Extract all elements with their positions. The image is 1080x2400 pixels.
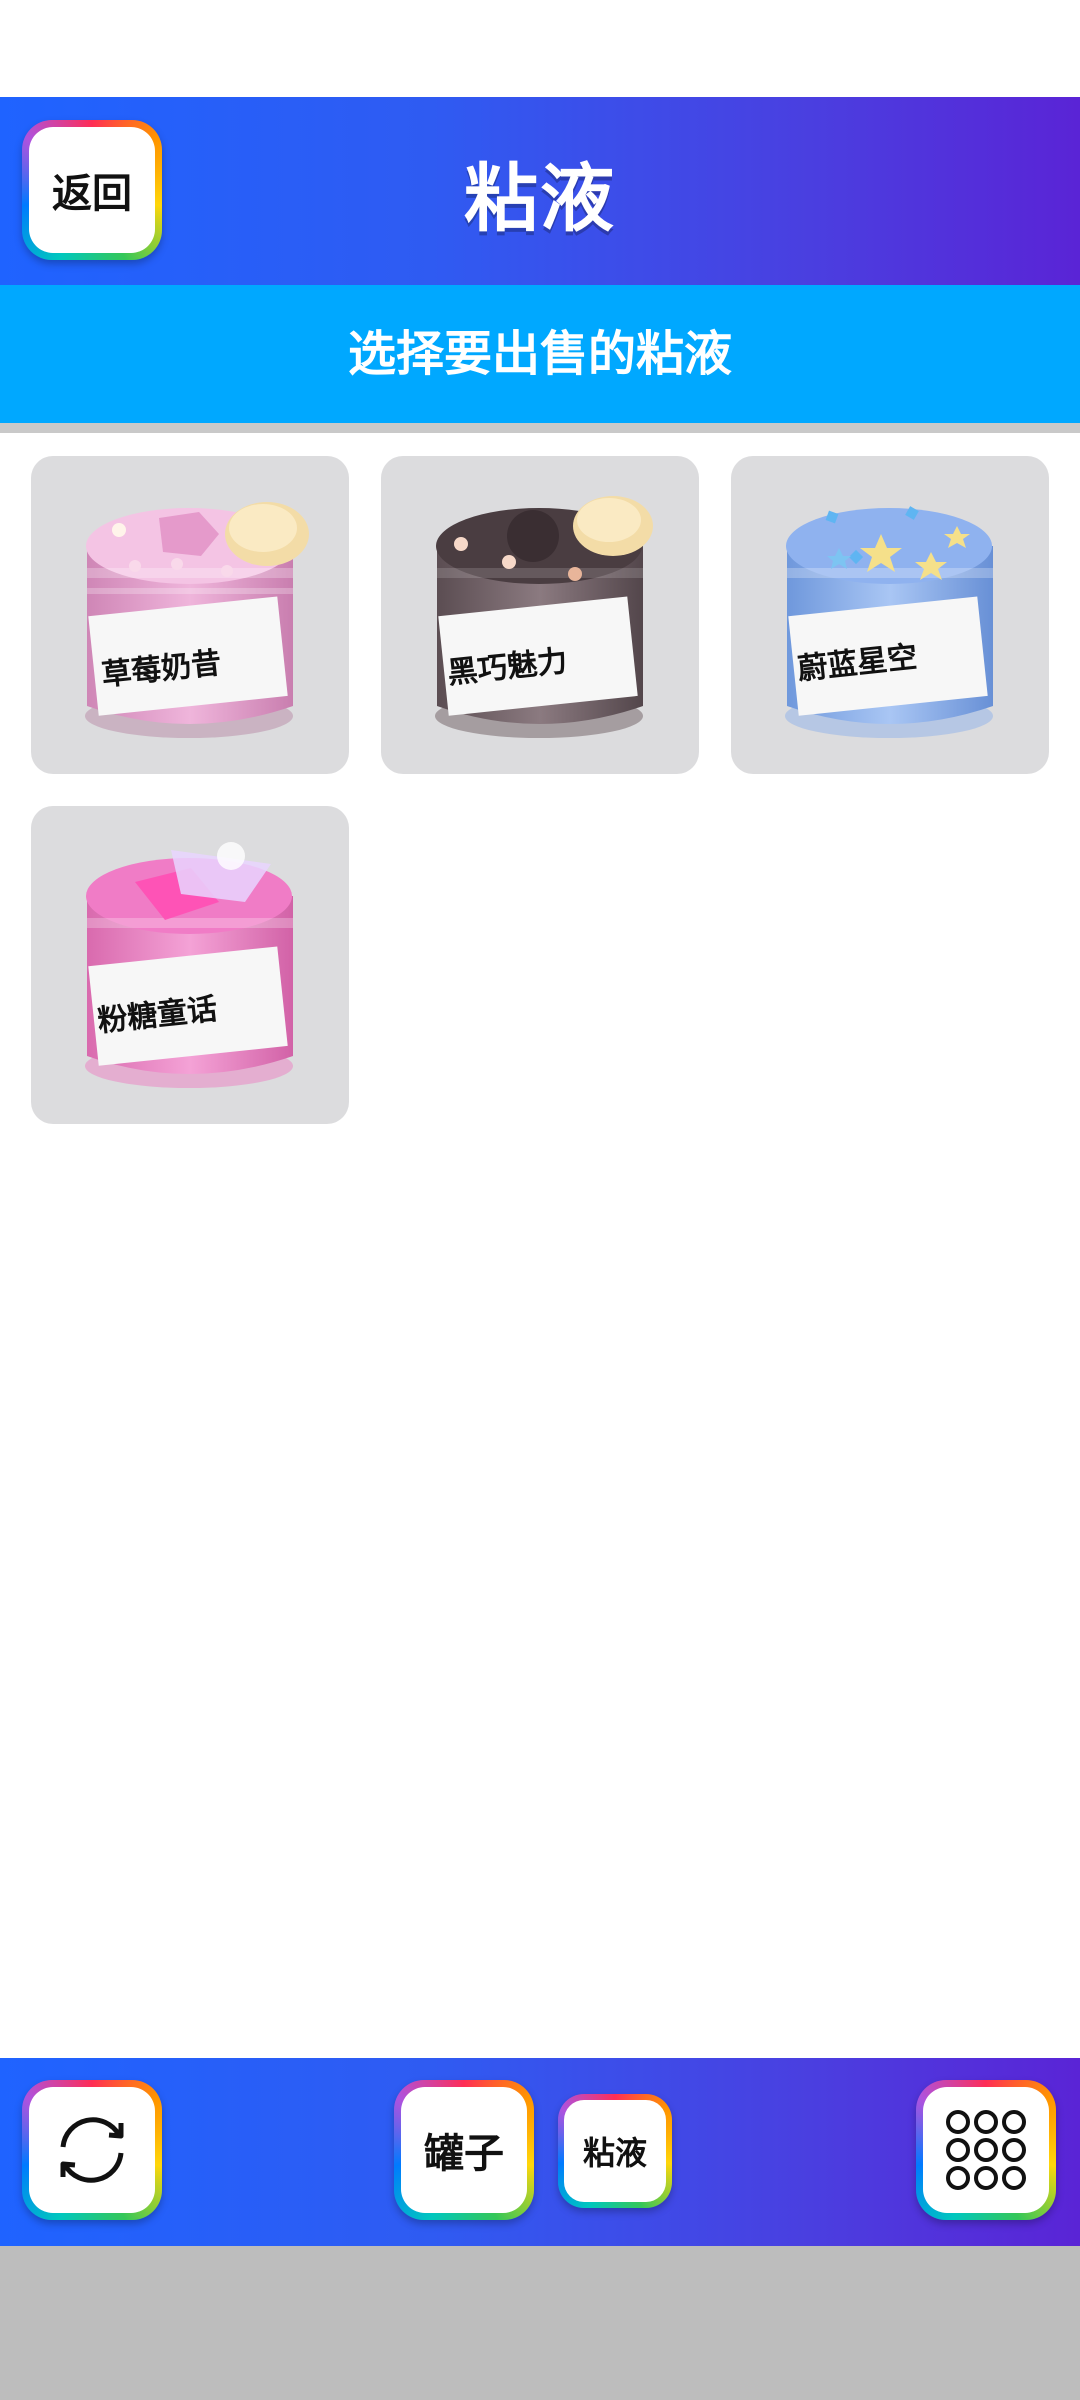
jar-tab-label: 罐子 xyxy=(401,2087,527,2213)
slime-tab-label: 粘液 xyxy=(564,2100,666,2202)
slime-screen: 粘液 返回 选择要出售的粘液 草莓奶昔 黑巧魅力 蔚蓝星空 粉糖童话 罐子 粘液 xyxy=(0,0,1080,2400)
status-bar-area xyxy=(0,0,1080,97)
refresh-button[interactable] xyxy=(22,2080,162,2220)
bottom-system-area xyxy=(0,2246,1080,2400)
slime-card-chocolate[interactable]: 黑巧魅力 xyxy=(381,456,699,774)
slime-tab-button[interactable]: 粘液 xyxy=(558,2094,672,2208)
jar-tab-button[interactable]: 罐子 xyxy=(394,2080,534,2220)
slime-jar-icon xyxy=(85,842,293,1088)
back-button-label: 返回 xyxy=(29,127,155,253)
back-button[interactable]: 返回 xyxy=(22,120,162,260)
menu-grid-button[interactable] xyxy=(916,2080,1056,2220)
banner-divider xyxy=(0,423,1080,433)
slime-jar-icon xyxy=(435,496,653,738)
slime-jar-icon xyxy=(785,506,993,738)
slime-card-pink-candy[interactable]: 粉糖童话 xyxy=(31,806,349,1124)
refresh-button-face xyxy=(29,2087,155,2213)
header-bar: 粘液 xyxy=(0,97,1080,285)
menu-grid-face xyxy=(923,2087,1049,2213)
grid-dots-icon xyxy=(946,2110,1026,2190)
slime-card-blue-stars[interactable]: 蔚蓝星空 xyxy=(731,456,1049,774)
slime-jar-icon xyxy=(85,502,309,738)
select-slime-banner: 选择要出售的粘液 xyxy=(0,285,1080,423)
slime-card-strawberry[interactable]: 草莓奶昔 xyxy=(31,456,349,774)
refresh-icon xyxy=(60,2117,124,2183)
page-title: 粘液 xyxy=(464,156,616,242)
